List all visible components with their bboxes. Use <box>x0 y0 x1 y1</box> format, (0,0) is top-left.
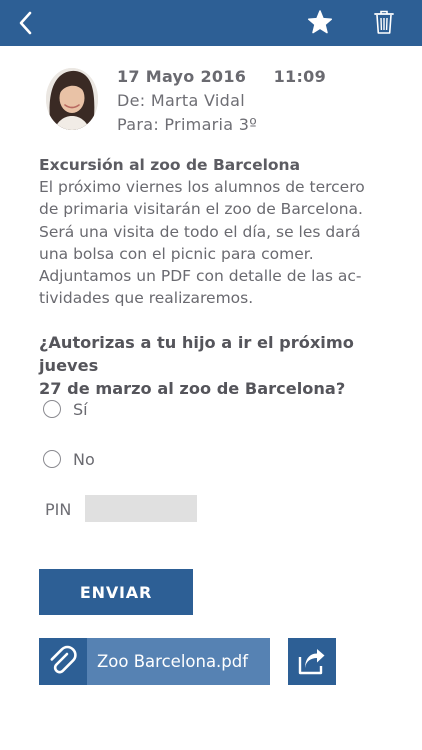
attachment-icon-box <box>39 638 87 685</box>
radio-yes[interactable] <box>43 400 61 418</box>
authorization-question: ¿Autorizas a tu hijo a ir el próximo jue… <box>39 331 399 400</box>
question-line: ¿Autorizas a tu hijo a ir el próximo jue… <box>39 333 354 375</box>
pin-label: PIN <box>45 500 72 519</box>
radio-no[interactable] <box>43 450 61 468</box>
message-body-line: de primaria visitarán el zoo de Barcelon… <box>39 200 363 219</box>
sender-photo <box>46 68 98 130</box>
message-detail-screen: 17 Mayo 2016 11:09 De: Marta Vidal Para:… <box>0 0 422 750</box>
message-date: 17 Mayo 2016 <box>117 67 247 86</box>
share-button[interactable] <box>288 638 336 685</box>
attachment-button[interactable]: Zoo Barcelona.pdf <box>39 638 270 685</box>
message-body-line: tividades que realizaremos. <box>39 289 254 308</box>
send-button[interactable]: ENVIAR <box>39 569 193 615</box>
delete-button[interactable] <box>371 8 397 36</box>
sender-avatar <box>46 68 98 130</box>
chevron-left-icon <box>19 11 32 35</box>
option-no-label: No <box>73 449 95 469</box>
message-body-line: Será una visita de todo el día, se les d… <box>39 222 361 241</box>
favorite-button[interactable] <box>306 8 334 36</box>
paperclip-icon <box>50 645 77 673</box>
message-recipient: Para: Primaria 3º <box>117 115 258 134</box>
option-yes[interactable]: Sí <box>43 398 88 420</box>
message-subject: Excursión al zoo de Barcelona <box>39 156 301 174</box>
message-time: 11:09 <box>273 67 327 86</box>
message-content: Excursión al zoo de Barcelona El próximo… <box>39 154 389 309</box>
message-body-line: una bolsa con el picnic para comer. <box>39 244 314 263</box>
message-meta: 17 Mayo 2016 11:09 De: Marta Vidal Para:… <box>117 66 326 138</box>
message-sender: De: Marta Vidal <box>117 91 245 110</box>
question-line: 27 de marzo al zoo de Barcelona? <box>39 379 346 398</box>
pin-input[interactable] <box>85 495 197 522</box>
attachment-file-name: Zoo Barcelona.pdf <box>87 638 270 685</box>
top-bar <box>0 0 422 46</box>
option-no[interactable]: No <box>43 448 95 470</box>
trash-icon <box>374 10 394 34</box>
star-icon <box>307 10 333 34</box>
message-body-line: Adjuntamos un PDF con detalle de las ac- <box>39 267 362 286</box>
message-body-line: El próximo viernes los alumnos de tercer… <box>39 178 365 197</box>
share-icon <box>298 648 325 674</box>
option-yes-label: Sí <box>73 399 88 419</box>
back-button[interactable] <box>16 10 38 36</box>
